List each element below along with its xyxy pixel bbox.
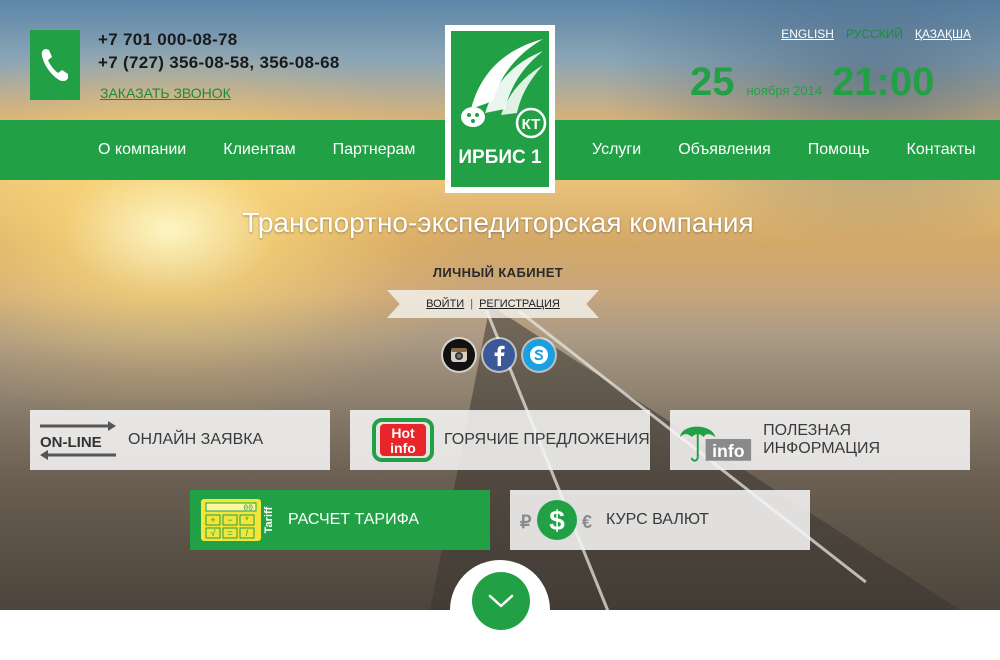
lang-russian[interactable]: РУССКИЙ [846, 27, 903, 41]
svg-text:ON-LINE: ON-LINE [40, 434, 102, 451]
chevron-down-icon [488, 594, 514, 608]
useful-info-tile[interactable]: info ПОЛЕЗНАЯ ИНФОРМАЦИЯ [670, 410, 970, 470]
phone-icon [30, 30, 80, 100]
date-time-display: 25 ноября 2014 21:00 [690, 60, 934, 105]
online-request-tile[interactable]: ON-LINE ОНЛАЙН ЗАЯВКА [30, 410, 330, 470]
umbrella-info-icon: info [679, 426, 752, 462]
nav-clients[interactable]: Клиентам [223, 141, 295, 159]
nav-contacts[interactable]: Контакты [907, 141, 976, 159]
nav-partners[interactable]: Партнерам [333, 141, 416, 159]
hot-info-icon: Hot info [372, 418, 434, 462]
register-link[interactable]: РЕГИСТРАЦИЯ [479, 298, 560, 310]
login-separator: | [470, 298, 474, 310]
nav-announcements[interactable]: Объявления [678, 141, 771, 159]
phone-numbers: +7 701 000-08-78 +7 (727) 356-08-58, 356… [98, 28, 340, 74]
lang-kazakh[interactable]: ҚАЗАҚША [915, 27, 971, 41]
online-icon: ON-LINE [40, 421, 116, 460]
svg-text:+: + [210, 515, 215, 525]
language-switcher: ENGLISH РУССКИЙ ҚАЗАҚША [781, 27, 971, 41]
lang-english[interactable]: ENGLISH [781, 27, 834, 41]
login-ribbon: ВОЙТИ | РЕГИСТРАЦИЯ [387, 290, 599, 318]
svg-text:*: * [245, 515, 249, 525]
snow-leopard-emblem-icon: КТ [461, 39, 547, 139]
current-time: 21:00 [832, 60, 935, 104]
logo-text: ИРБИС 1 [458, 147, 542, 168]
useful-info-label: ПОЛЕЗНАЯ ИНФОРМАЦИЯ [763, 422, 881, 457]
svg-text:√: √ [211, 528, 216, 538]
nav-help[interactable]: Помощь [808, 141, 870, 159]
scroll-down-button[interactable] [472, 572, 530, 630]
svg-text:info: info [712, 441, 745, 461]
facebook-icon[interactable] [483, 339, 515, 371]
phone-number-mobile[interactable]: +7 701 000-08-78 [98, 28, 340, 51]
tariff-calculation-label: РАСЧЕТ ТАРИФА [288, 511, 420, 528]
date-day: 25 [690, 60, 735, 104]
svg-text:$: $ [549, 505, 565, 536]
svg-text:=: = [227, 528, 232, 538]
svg-text:Tariff: Tariff [263, 506, 275, 533]
nav-services[interactable]: Услуги [592, 141, 641, 159]
phone-number-city[interactable]: +7 (727) 356-08-58, 356-08-68 [98, 51, 340, 74]
date-month-year: ноября 2014 [746, 83, 823, 98]
nav-about[interactable]: О компании [98, 141, 186, 159]
svg-text:−: − [227, 515, 232, 525]
tariff-calculation-tile[interactable]: 00 + − * √ = / Tariff РАСЧЕТ ТАРИФА [190, 490, 490, 550]
order-callback-link[interactable]: ЗАКАЗАТЬ ЗВОНОК [100, 85, 231, 101]
svg-text:₽: ₽ [520, 512, 532, 532]
company-tagline: Транспортно-экспедиторская компания [242, 207, 754, 238]
svg-text:00: 00 [243, 504, 253, 513]
online-request-label: ОНЛАЙН ЗАЯВКА [128, 431, 264, 448]
svg-text:€: € [582, 512, 592, 532]
svg-text:Hot: Hot [391, 425, 415, 441]
svg-text:info: info [390, 440, 416, 456]
currency-icon: ₽ $ € [520, 500, 592, 540]
hot-offers-label: ГОРЯЧИЕ ПРЕДЛОЖЕНИЯ [444, 431, 650, 448]
skype-icon[interactable] [523, 339, 555, 371]
login-link[interactable]: ВОЙТИ [426, 298, 464, 310]
currency-rates-label: КУРС ВАЛЮТ [606, 511, 709, 528]
personal-cabinet-title: ЛИЧНЫЙ КАБИНЕТ [432, 265, 564, 280]
currency-rates-tile[interactable]: ₽ $ € КУРС ВАЛЮТ [510, 490, 810, 550]
calculator-icon: 00 + − * √ = / Tariff [201, 499, 275, 541]
svg-text:КТ: КТ [522, 116, 541, 133]
hot-offers-tile[interactable]: Hot info ГОРЯЧИЕ ПРЕДЛОЖЕНИЯ [350, 410, 650, 470]
instagram-icon[interactable] [443, 339, 475, 371]
company-logo[interactable]: КТ ИРБИС 1 [445, 25, 555, 193]
